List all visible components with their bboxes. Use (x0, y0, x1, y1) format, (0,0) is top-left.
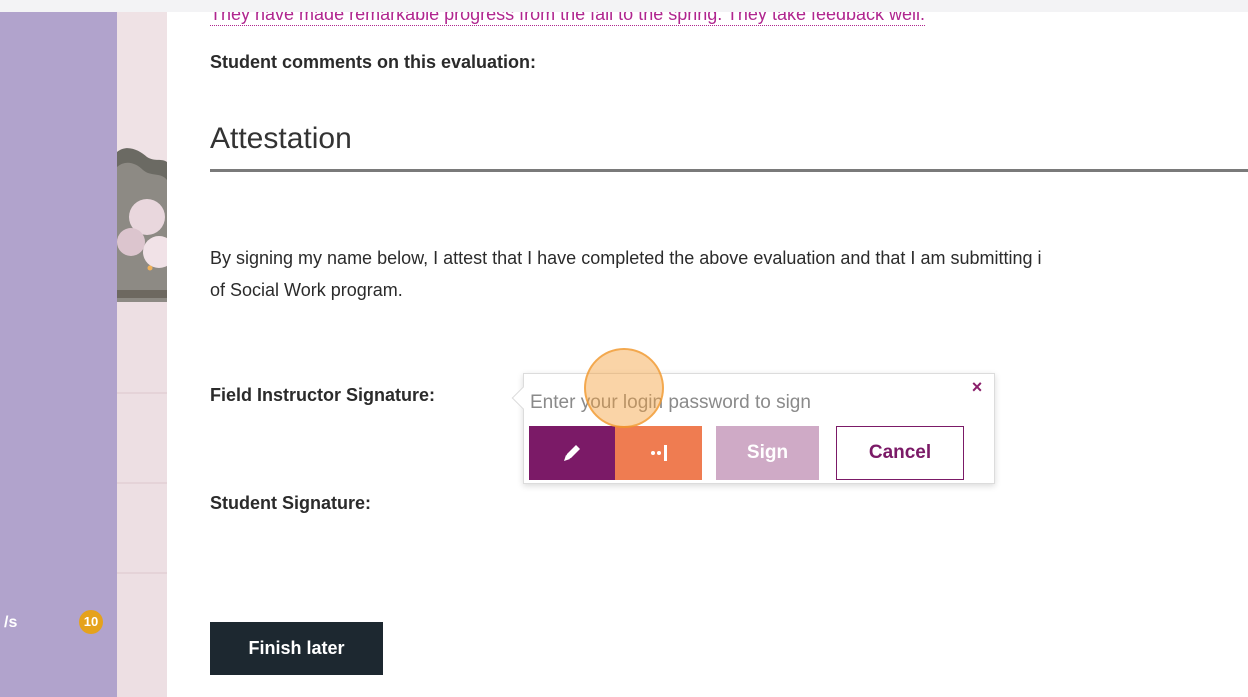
close-icon[interactable]: × (968, 378, 986, 396)
sidebar-item-notifications[interactable]: /s 10 (0, 610, 117, 640)
cancel-button[interactable]: Cancel (836, 426, 964, 480)
draw-signature-button[interactable] (529, 426, 615, 480)
cherry-blossom-image (117, 12, 167, 697)
sign-popover: × Sign Cancel (511, 373, 995, 484)
password-signature-button[interactable] (615, 426, 702, 480)
attestation-text-line-2: of Social Work program. (210, 280, 403, 300)
instructor-comment[interactable]: They have made remarkable progress from … (210, 12, 926, 26)
page-frame: /s 10 They have made remarkable progress… (0, 12, 1248, 697)
student-signature-label: Student Signature: (210, 493, 371, 513)
finish-later-button[interactable]: Finish later (210, 622, 383, 675)
section-divider (210, 169, 1248, 172)
student-comments-label: Student comments on this evaluation: (210, 52, 537, 72)
password-dots-icon (650, 445, 667, 461)
password-input[interactable] (530, 384, 962, 422)
sign-button[interactable]: Sign (716, 426, 819, 480)
pen-icon (564, 445, 580, 461)
background-photo (117, 12, 167, 697)
section-title: Attestation (210, 122, 352, 155)
sidebar-item-label: /s (4, 614, 18, 631)
field-instructor-signature-label: Field Instructor Signature: (210, 385, 436, 405)
sidebar: /s 10 (0, 12, 117, 697)
evaluation-content: They have made remarkable progress from … (167, 12, 1248, 697)
attestation-text-line-1: By signing my name below, I attest that … (210, 248, 1042, 268)
notification-badge: 10 (79, 610, 103, 634)
attestation-text: By signing my name below, I attest that … (210, 242, 1248, 306)
